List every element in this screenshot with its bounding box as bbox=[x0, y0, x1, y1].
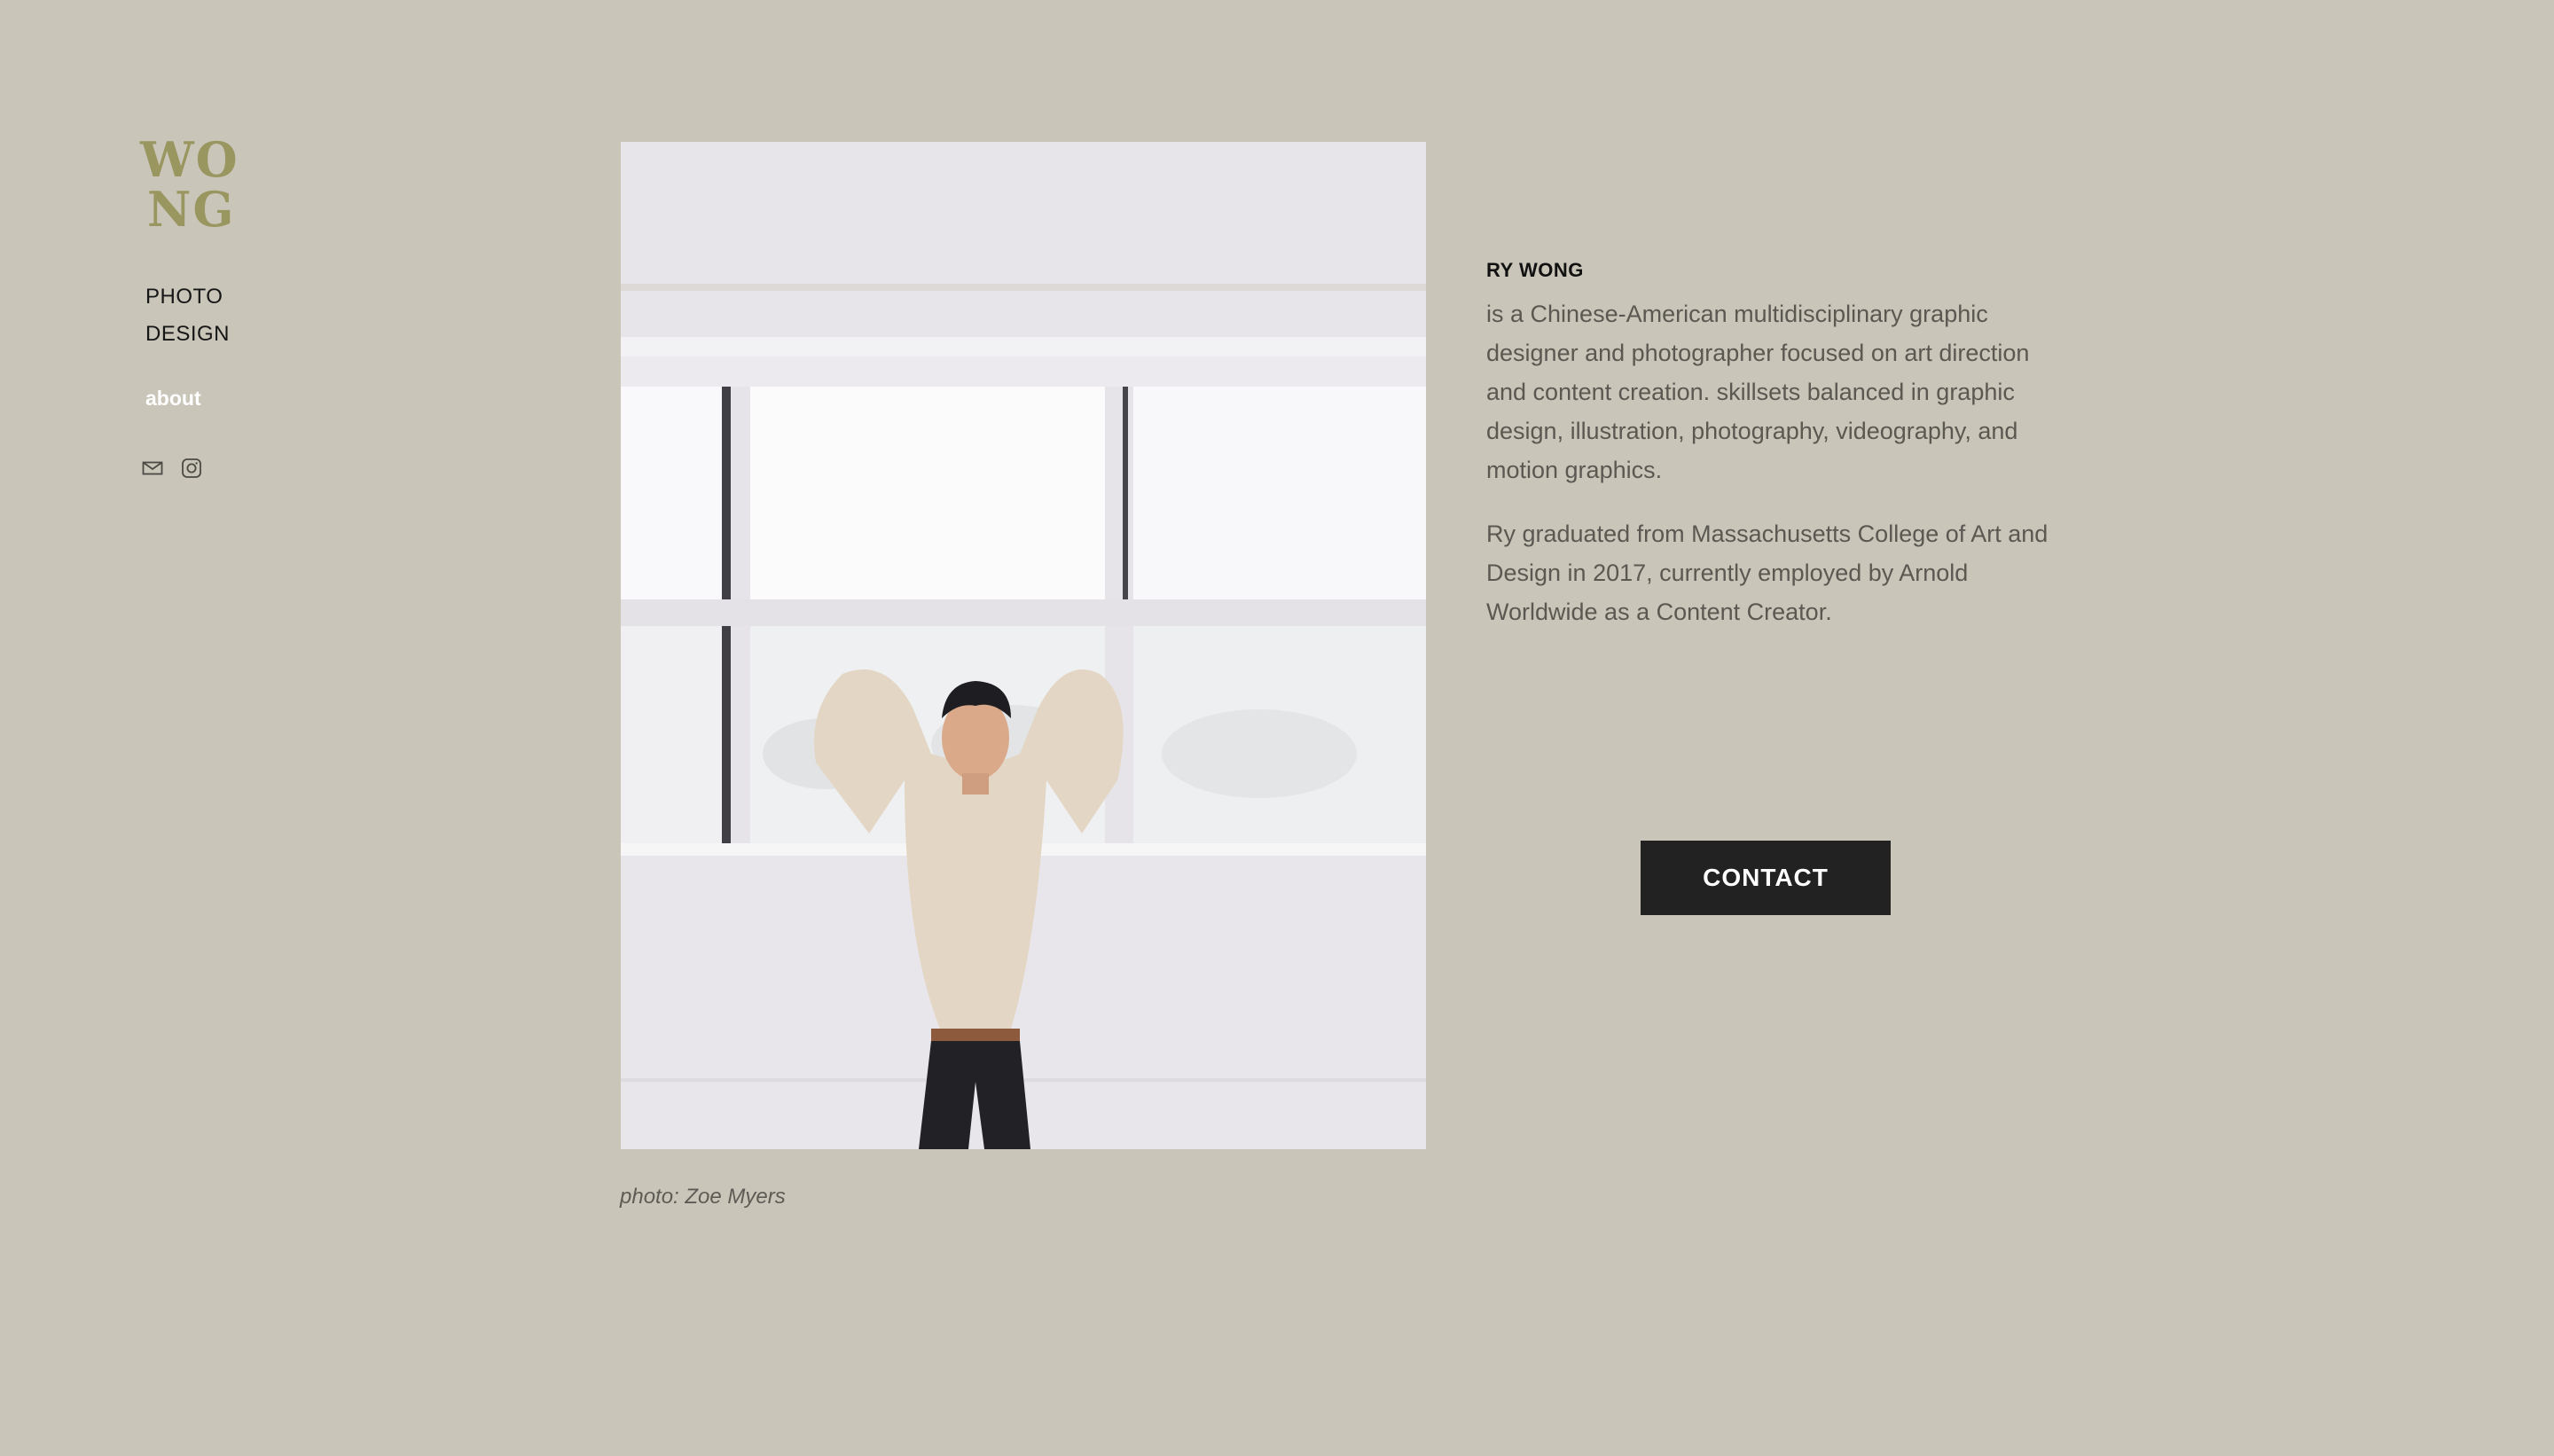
nav-item-about[interactable]: about bbox=[145, 387, 201, 411]
nav-item-photo[interactable]: PHOTO bbox=[145, 278, 230, 316]
portrait-photo bbox=[621, 142, 1426, 1149]
mail-icon[interactable] bbox=[142, 458, 163, 479]
instagram-icon[interactable] bbox=[181, 458, 202, 479]
photo-caption: photo: Zoe Myers bbox=[620, 1185, 786, 1209]
contact-button[interactable]: CONTACT bbox=[1641, 841, 1891, 915]
about-page: WO NG PHOTO DESIGN about photo: Zoe Myer… bbox=[0, 0, 2554, 1456]
bio-paragraph-1: is a Chinese-American multidisciplinary … bbox=[1486, 301, 2030, 483]
social-links bbox=[142, 458, 202, 479]
logo-line-2: NG bbox=[147, 181, 236, 238]
main-nav: PHOTO DESIGN bbox=[145, 278, 230, 353]
wong-logo[interactable]: WO NG bbox=[140, 131, 239, 238]
nav-item-design[interactable]: DESIGN bbox=[145, 316, 230, 353]
bio-paragraph-2: Ry graduated from Massachusetts College … bbox=[1486, 521, 2049, 625]
bio-name: RY WONG bbox=[1486, 259, 1584, 281]
bio-section: RY WONG is a Chinese-American multidisci… bbox=[1486, 259, 2054, 656]
logo-line-1: WO bbox=[140, 131, 239, 188]
